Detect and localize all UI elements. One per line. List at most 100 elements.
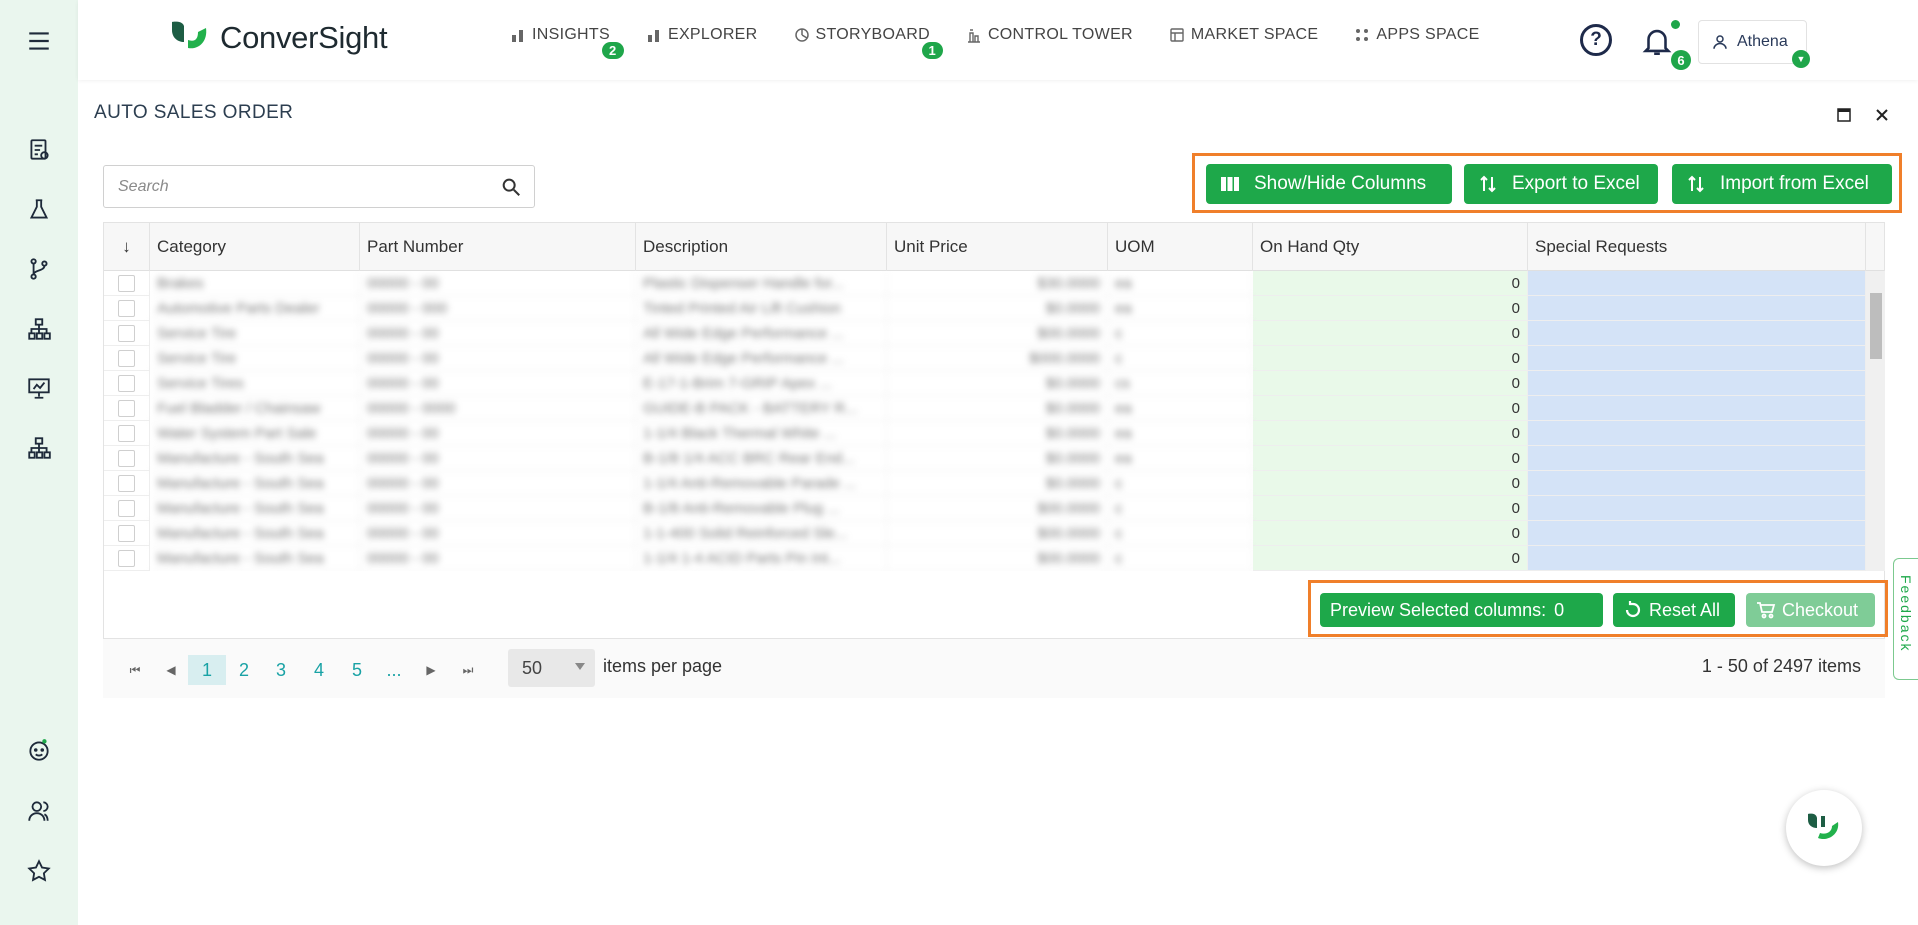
nav-insights[interactable]: INSIGHTS 2 <box>510 26 624 59</box>
cell-spec[interactable] <box>1528 396 1866 421</box>
cell-qty[interactable]: 0 <box>1253 521 1528 546</box>
hierarchy-icon[interactable] <box>24 314 54 344</box>
cell-spec[interactable] <box>1528 271 1866 296</box>
next-page-icon[interactable]: ▶ <box>419 655 443 685</box>
scrollbar-thumb[interactable] <box>1870 293 1882 359</box>
close-icon[interactable] <box>1871 104 1893 126</box>
nav-market-space[interactable]: MARKET SPACE <box>1169 26 1318 44</box>
user-menu[interactable]: Athena <box>1698 20 1807 64</box>
show-hide-columns-button[interactable]: Show/Hide Columns <box>1206 164 1452 204</box>
table-row[interactable]: Manufacture - South Sea 00000 - 00 1-1-400… <box>104 521 1866 546</box>
prev-page-icon[interactable]: ◀ <box>159 655 183 685</box>
items-per-page-select[interactable]: 50 <box>508 649 595 687</box>
page-5[interactable]: 5 <box>342 655 372 685</box>
maximize-icon[interactable] <box>1833 104 1855 126</box>
table-row[interactable]: Manufacture - South Sea 00000 - 00 B-1/8 A… <box>104 496 1866 521</box>
row-checkbox[interactable] <box>118 549 135 567</box>
table-row[interactable]: Fuel Bladder / Chainsaw 00000 - 0000 GUIDE… <box>104 396 1866 421</box>
row-checkbox[interactable] <box>118 374 135 392</box>
column-header-description[interactable]: Description <box>636 223 887 271</box>
table-row[interactable]: Manufacture - South Sea 00000 - 00 1-1/4 1… <box>104 546 1866 571</box>
column-header-part-number[interactable]: Part Number <box>360 223 636 271</box>
cell-spec[interactable] <box>1528 546 1866 571</box>
page-ellipsis[interactable]: ... <box>379 655 409 685</box>
cell-qty[interactable]: 0 <box>1253 421 1528 446</box>
feedback-tab[interactable]: Feedback <box>1893 558 1918 680</box>
bot-face-icon[interactable] <box>24 735 54 765</box>
report-icon[interactable] <box>24 135 54 165</box>
column-header-on-hand-qty[interactable]: On Hand Qty <box>1253 223 1528 271</box>
cell-qty[interactable]: 0 <box>1253 396 1528 421</box>
row-checkbox[interactable] <box>118 399 135 417</box>
import-from-excel-button[interactable]: Import from Excel <box>1672 164 1892 204</box>
notification-bell-icon[interactable] <box>1640 24 1674 58</box>
cell-spec[interactable] <box>1528 421 1866 446</box>
page-2[interactable]: 2 <box>229 655 259 685</box>
app-logo[interactable]: ConverSight <box>168 18 388 58</box>
row-checkbox[interactable] <box>118 424 135 442</box>
cell-qty[interactable]: 0 <box>1253 271 1528 296</box>
chevron-down-icon[interactable]: ▼ <box>1792 50 1810 68</box>
page-3[interactable]: 3 <box>266 655 296 685</box>
table-row[interactable]: Water System Part Sale 00000 - 00 1-1/4 Bl… <box>104 421 1866 446</box>
page-4[interactable]: 4 <box>304 655 334 685</box>
table-row[interactable]: Automotive Parts Dealer 00000 - 000 Tinted… <box>104 296 1866 321</box>
nav-explorer[interactable]: EXPLORER <box>646 26 758 44</box>
cell-qty[interactable]: 0 <box>1253 546 1528 571</box>
column-header-category[interactable]: Category <box>150 223 360 271</box>
row-checkbox[interactable] <box>118 524 135 542</box>
cell-spec[interactable] <box>1528 296 1866 321</box>
grid-scrollbar[interactable] <box>1866 271 1885 571</box>
cell-spec[interactable] <box>1528 496 1866 521</box>
cell-spec[interactable] <box>1528 321 1866 346</box>
table-row[interactable]: Service Tires 00000 - 00 E-17-1-Brim 7-GRI… <box>104 371 1866 396</box>
row-checkbox[interactable] <box>118 299 135 317</box>
users-icon[interactable] <box>24 796 54 826</box>
cell-qty[interactable]: 0 <box>1253 471 1528 496</box>
table-row[interactable]: Service Tire 00000 - 00 All Wide Edge Perf… <box>104 321 1866 346</box>
row-checkbox[interactable] <box>118 324 135 342</box>
row-checkbox[interactable] <box>118 474 135 492</box>
search-input[interactable] <box>118 177 498 196</box>
cell-qty[interactable]: 0 <box>1253 346 1528 371</box>
cell-qty[interactable]: 0 <box>1253 321 1528 346</box>
chatbot-button[interactable] <box>1786 790 1862 866</box>
checkout-button[interactable]: Checkout <box>1746 593 1875 627</box>
cell-qty[interactable]: 0 <box>1253 496 1528 521</box>
row-checkbox[interactable] <box>118 449 135 467</box>
cell-qty[interactable]: 0 <box>1253 371 1528 396</box>
first-page-icon[interactable]: ⏮ <box>123 655 147 685</box>
cell-spec[interactable] <box>1528 346 1866 371</box>
search-icon[interactable] <box>500 176 522 198</box>
table-row[interactable]: Brakes 00000 - 00 Plastic Dispenser Handle… <box>104 271 1866 296</box>
table-row[interactable]: Manufacture - South Sea 00000 - 00 1-1/4 A… <box>104 471 1866 496</box>
star-icon[interactable] <box>24 856 54 886</box>
last-page-icon[interactable]: ⏭ <box>456 655 480 685</box>
column-header-uom[interactable]: UOM <box>1108 223 1253 271</box>
cell-qty[interactable]: 0 <box>1253 296 1528 321</box>
page-1[interactable]: 1 <box>188 655 226 685</box>
org-chart-icon[interactable] <box>24 433 54 463</box>
column-header-unit-price[interactable]: Unit Price <box>887 223 1108 271</box>
column-header-special-requests[interactable]: Special Requests <box>1528 223 1866 271</box>
help-icon[interactable]: ? <box>1580 24 1612 56</box>
cell-qty[interactable]: 0 <box>1253 446 1528 471</box>
nav-apps-space[interactable]: APPS SPACE <box>1354 26 1479 44</box>
row-checkbox[interactable] <box>118 499 135 517</box>
cell-spec[interactable] <box>1528 521 1866 546</box>
nav-control-tower[interactable]: CONTROL TOWER <box>966 26 1133 44</box>
presentation-icon[interactable] <box>24 373 54 403</box>
cell-spec[interactable] <box>1528 446 1866 471</box>
row-checkbox[interactable] <box>118 349 135 367</box>
menu-icon[interactable] <box>24 26 54 56</box>
row-checkbox[interactable] <box>118 274 135 292</box>
table-row[interactable]: Manufacture - South Sea 00000 - 00 B-1/8 1… <box>104 446 1866 471</box>
cell-spec[interactable] <box>1528 371 1866 396</box>
branch-icon[interactable] <box>24 254 54 284</box>
table-row[interactable]: Service Tire 00000 - 00 All Wide Edge Perf… <box>104 346 1866 371</box>
export-to-excel-button[interactable]: Export to Excel <box>1464 164 1658 204</box>
cell-spec[interactable] <box>1528 471 1866 496</box>
reset-all-button[interactable]: Reset All <box>1613 593 1735 627</box>
sort-arrow-icon[interactable]: ↓ <box>104 223 150 271</box>
preview-selected-columns-button[interactable]: Preview Selected columns: 0 <box>1320 593 1603 627</box>
